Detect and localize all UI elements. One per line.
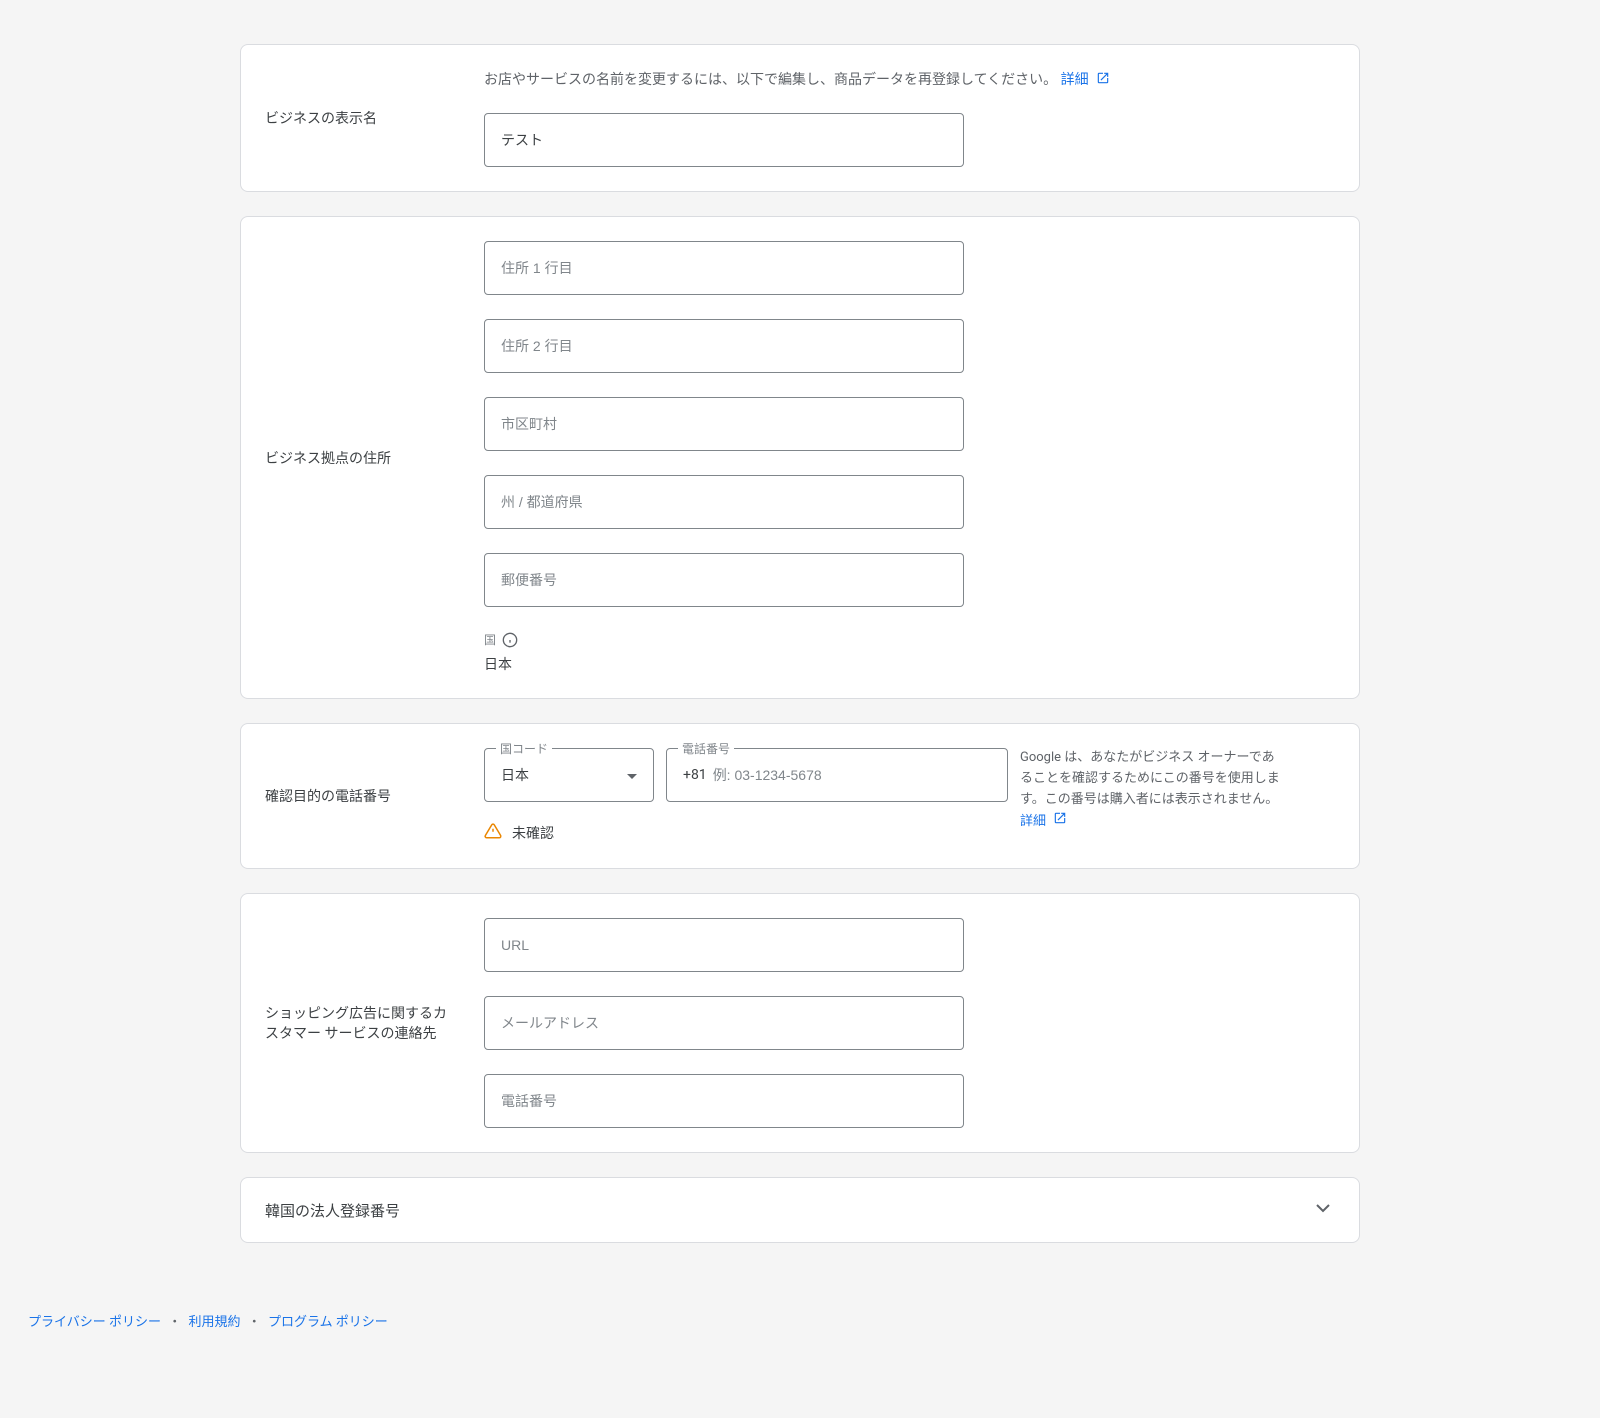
phone-description-text: Google は、あなたがビジネス オーナーであることを確認するためにこの番号を… bbox=[1020, 750, 1280, 807]
business-name-label: ビジネスの表示名 bbox=[265, 69, 460, 167]
customer-service-label: ショッピング広告に関するカスタマー サービスの連絡先 bbox=[265, 1003, 460, 1043]
korean-registration-title: 韓国の法人登録番号 bbox=[265, 1200, 400, 1221]
footer-terms-link[interactable]: 利用規約 bbox=[188, 1315, 240, 1330]
footer-sep: ・ bbox=[168, 1315, 181, 1330]
phone-link-text: 詳細 bbox=[1020, 814, 1046, 829]
cs-phone-input[interactable] bbox=[484, 1074, 964, 1128]
business-name-input[interactable] bbox=[484, 113, 964, 167]
country-code-value: 日本 bbox=[501, 765, 529, 785]
korean-registration-expander[interactable]: 韓国の法人登録番号 bbox=[240, 1177, 1360, 1243]
email-input[interactable] bbox=[484, 996, 964, 1050]
customer-service-card: ショッピング広告に関するカスタマー サービスの連絡先 bbox=[240, 893, 1360, 1153]
business-name-link[interactable]: 詳細 bbox=[1061, 72, 1110, 88]
postal-input[interactable] bbox=[484, 553, 964, 607]
business-address-label: ビジネス拠点の住所 bbox=[265, 241, 460, 674]
business-name-card: ビジネスの表示名 お店やサービスの名前を変更するには、以下で編集し、商品データを… bbox=[240, 44, 1360, 192]
state-input[interactable] bbox=[484, 475, 964, 529]
country-label: 国 bbox=[484, 631, 496, 648]
address-line2-input[interactable] bbox=[484, 319, 964, 373]
footer-program-link[interactable]: プログラム ポリシー bbox=[268, 1315, 388, 1330]
business-name-help: お店やサービスの名前を変更するには、以下で編集し、商品データを再登録してください… bbox=[484, 69, 1335, 89]
phone-status-text: 未確認 bbox=[512, 823, 554, 843]
address-line1-input[interactable] bbox=[484, 241, 964, 295]
dropdown-arrow-icon bbox=[627, 767, 637, 783]
warning-icon bbox=[484, 822, 502, 844]
phone-card: 確認目的の電話番号 国コード 日本 bbox=[240, 723, 1360, 869]
phone-link[interactable]: 詳細 bbox=[1020, 814, 1067, 829]
open-in-new-icon bbox=[1053, 811, 1067, 833]
business-address-card: ビジネス拠点の住所 国 日本 bbox=[240, 216, 1360, 699]
city-input[interactable] bbox=[484, 397, 964, 451]
chevron-down-icon bbox=[1311, 1196, 1335, 1224]
phone-prefix: +81 bbox=[683, 767, 707, 783]
footer-privacy-link[interactable]: プライバシー ポリシー bbox=[28, 1315, 161, 1330]
footer: プライバシー ポリシー ・ 利用規約 ・ プログラム ポリシー bbox=[0, 1287, 1600, 1354]
country-code-label: 国コード bbox=[496, 740, 552, 757]
phone-status: 未確認 bbox=[484, 822, 1008, 844]
info-icon[interactable] bbox=[502, 632, 518, 648]
phone-description: Google は、あなたがビジネス オーナーであることを確認するためにこの番号を… bbox=[1020, 748, 1280, 833]
country-label-row: 国 bbox=[484, 631, 1335, 648]
business-name-link-text: 詳細 bbox=[1061, 72, 1089, 88]
country-value: 日本 bbox=[484, 654, 1335, 674]
footer-sep: ・ bbox=[248, 1315, 261, 1330]
business-name-help-text: お店やサービスの名前を変更するには、以下で編集し、商品データを再登録してください… bbox=[484, 72, 1061, 88]
phone-number-input[interactable] bbox=[713, 767, 991, 783]
phone-number-label: 電話番号 bbox=[678, 740, 734, 757]
open-in-new-icon bbox=[1096, 71, 1110, 89]
phone-label: 確認目的の電話番号 bbox=[265, 748, 460, 844]
url-input[interactable] bbox=[484, 918, 964, 972]
